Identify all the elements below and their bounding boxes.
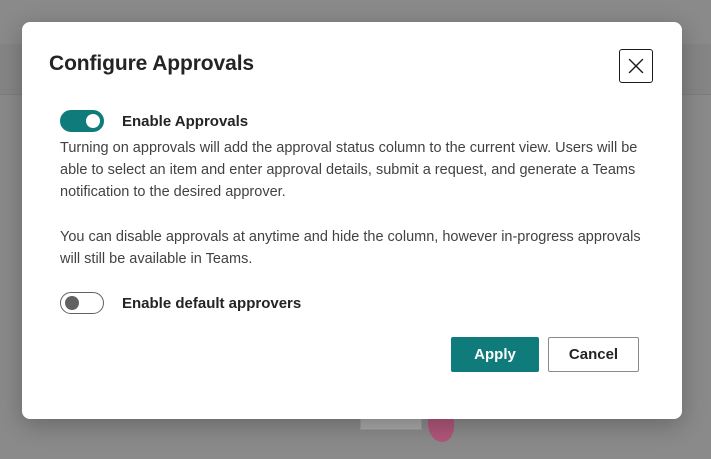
enable-default-approvers-label: Enable default approvers	[122, 295, 302, 312]
toggle-knob	[65, 296, 79, 310]
enable-approvals-label: Enable Approvals	[122, 113, 249, 130]
approvals-description: Turning on approvals will add the approv…	[60, 140, 638, 200]
enable-default-approvers-toggle[interactable]	[60, 292, 104, 314]
toggle-knob	[86, 114, 100, 128]
close-button[interactable]	[619, 49, 653, 83]
apply-button[interactable]: Apply	[451, 337, 539, 372]
configure-approvals-dialog: Configure Approvals Enable Approvals Tur…	[22, 22, 682, 419]
disable-approvals-note: You can disable approvals at anytime and…	[60, 229, 641, 267]
cancel-button[interactable]: Cancel	[548, 337, 639, 372]
dialog-title: Configure Approvals	[49, 52, 255, 75]
close-icon	[628, 58, 644, 74]
enable-approvals-toggle[interactable]	[60, 110, 104, 132]
